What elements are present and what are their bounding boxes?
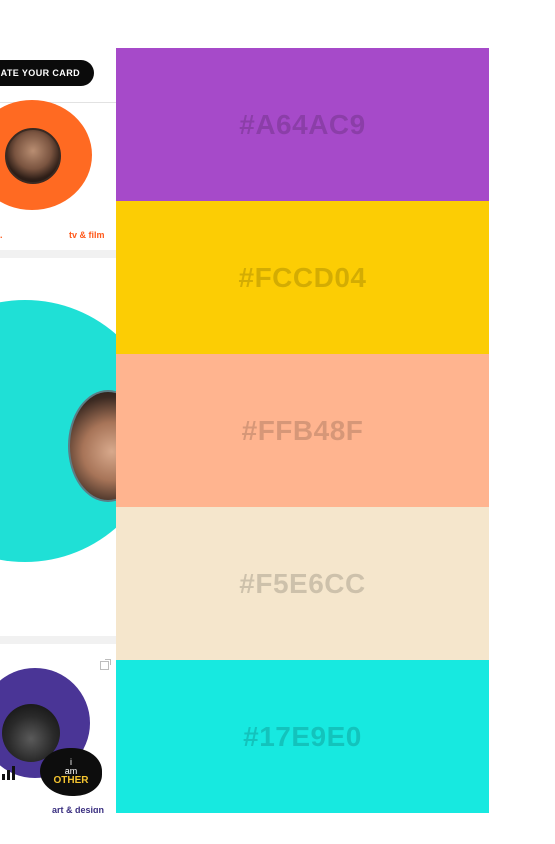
swatch-cyan: #17E9E0 [116,660,489,813]
i-am-other-badge: i am OTHER [40,748,102,796]
swatch-hex-label: #FCCD04 [238,261,367,293]
card-separator [0,636,117,644]
create-card-button[interactable]: ATE YOUR CARD [0,60,94,86]
color-palette: #A64AC9 #FCCD04 #FFB48F #F5E6CC #17E9E0 [116,48,489,813]
swatch-peach: #FFB48F [116,354,489,507]
canvas: ATE YOUR CARD . tv & film i am OTHER art… [0,0,555,844]
swatch-yellow: #FCCD04 [116,201,489,354]
swatch-hex-label: #F5E6CC [239,567,366,599]
bars-icon [2,766,18,780]
avatar [5,128,61,184]
swatch-hex-label: #17E9E0 [243,720,362,752]
swatch-hex-label: #A64AC9 [239,108,366,140]
card-tag-tv-film[interactable]: tv & film [69,230,105,240]
swatch-hex-label: #FFB48F [241,414,364,446]
external-link-icon[interactable] [100,659,111,670]
card-tag-left: . [0,230,3,240]
card-separator [0,250,117,258]
swatch-cream: #F5E6CC [116,507,489,660]
app-background-fragment: ATE YOUR CARD . tv & film i am OTHER art… [0,48,117,813]
swatch-purple: #A64AC9 [116,48,489,201]
badge-line-3: OTHER [53,775,89,786]
card-tag-art-design[interactable]: art & design [52,805,104,813]
